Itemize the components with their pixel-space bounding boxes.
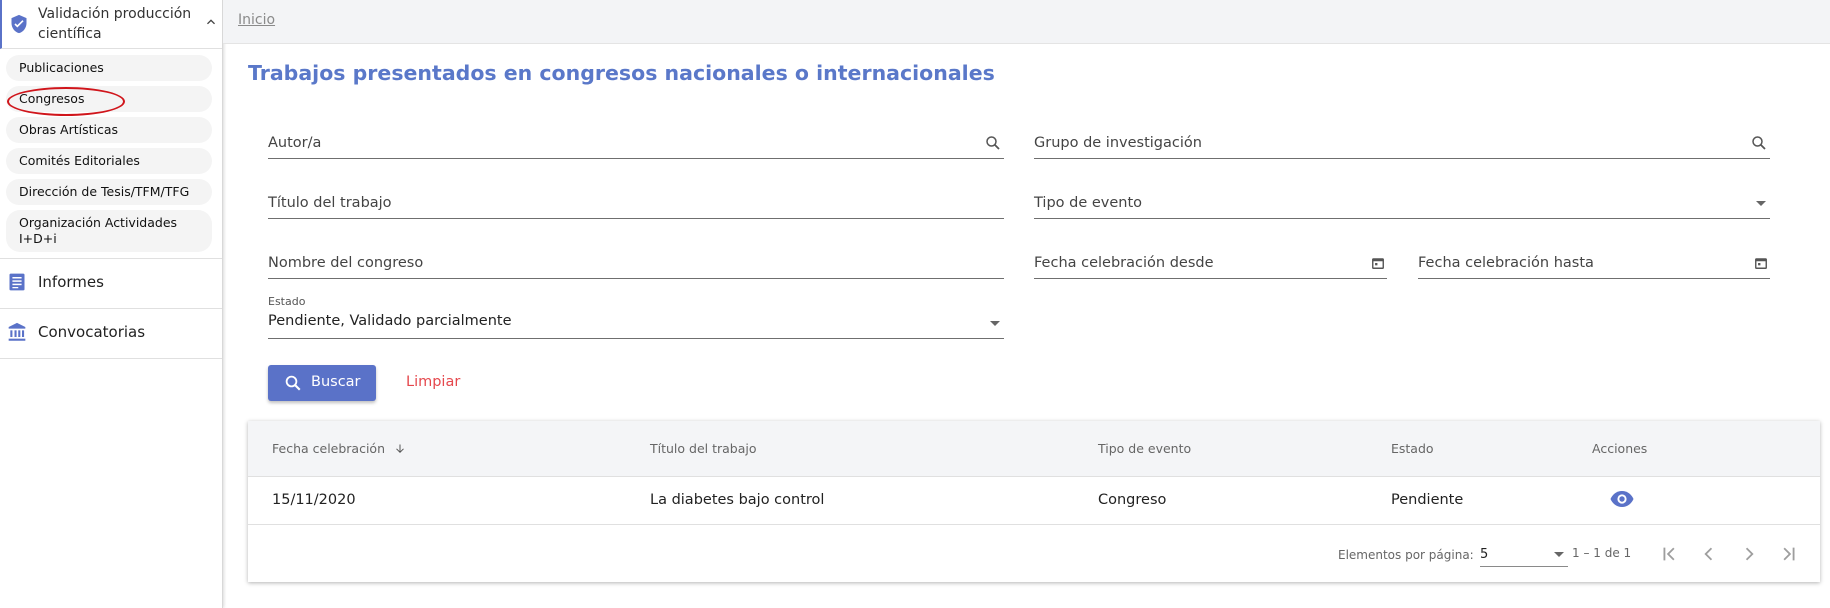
sidebar-item-publicaciones[interactable]: Publicaciones (6, 55, 212, 81)
top-bar: Inicio (223, 0, 1830, 44)
estado-label: Estado (268, 295, 306, 308)
list-icon (9, 273, 25, 291)
column-header-label: Fecha celebración (272, 441, 386, 456)
fecha-desde-placeholder: Fecha celebración desde (1034, 255, 1214, 271)
arrow-down-icon (396, 444, 404, 453)
sidebar-item-convocatorias[interactable]: Convocatorias (0, 308, 222, 358)
sidebar-item-informes[interactable]: Informes (0, 258, 222, 308)
sidebar-item-label: Informes (38, 273, 104, 291)
results-table: Fecha celebración Título del trabajo Tip… (248, 421, 1820, 582)
first-page-icon[interactable] (1658, 543, 1680, 565)
sidebar-item-comites-editoriales[interactable]: Comités Editoriales (6, 148, 212, 174)
sidebar-item-obras-artisticas[interactable]: Obras Artísticas (6, 117, 212, 143)
fecha-hasta-field[interactable]: Fecha celebración hasta (1418, 249, 1770, 279)
column-header-fecha[interactable]: Fecha celebración (272, 441, 406, 456)
eye-icon[interactable] (1610, 490, 1634, 508)
sidebar-item-direccion-tesis[interactable]: Dirección de Tesis/TFM/TFG (6, 179, 212, 205)
estado-select[interactable]: Estado Pendiente, Validado parcialmente (268, 295, 1004, 339)
column-header-titulo: Título del trabajo (650, 441, 757, 456)
titulo-placeholder: Título del trabajo (268, 195, 392, 211)
table-row: 15/11/2020 La diabetes bajo control Cong… (248, 477, 1820, 525)
sidebar-item-label: Convocatorias (38, 323, 146, 341)
divider (0, 358, 222, 359)
calendar-icon[interactable] (1371, 256, 1385, 270)
sidebar-item-label: Obras Artísticas (19, 122, 119, 137)
previous-page-icon[interactable] (1698, 543, 1720, 565)
sidebar-item-label: Congresos (19, 91, 85, 106)
sidebar-item-label: Organización Actividades I+D+i (19, 215, 178, 246)
last-page-icon[interactable] (1778, 543, 1800, 565)
congreso-placeholder: Nombre del congreso (268, 255, 424, 271)
page-size-select[interactable]: 5 (1480, 543, 1568, 567)
buscar-label: Buscar (311, 374, 361, 390)
cell-fecha: 15/11/2020 (272, 492, 356, 508)
buscar-button[interactable]: Buscar (268, 365, 376, 401)
paginator: Elementos por página: 5 1 – 1 de 1 (248, 525, 1820, 582)
titulo-trabajo-field[interactable]: Título del trabajo (268, 189, 1004, 219)
dropdown-arrow-icon (1756, 201, 1766, 206)
nombre-congreso-field[interactable]: Nombre del congreso (268, 249, 1004, 279)
dropdown-arrow-icon (1554, 552, 1564, 557)
page-title: Trabajos presentados en congresos nacion… (248, 61, 995, 85)
autor-field[interactable]: Autor/a (268, 129, 1004, 159)
tipo-placeholder: Tipo de evento (1034, 195, 1143, 211)
bank-icon (8, 322, 26, 341)
sidebar-item-congresos[interactable]: Congresos (6, 86, 212, 112)
table-header: Fecha celebración Título del trabajo Tip… (248, 421, 1820, 477)
sidebar-item-label: Comités Editoriales (19, 153, 140, 168)
next-page-icon[interactable] (1738, 543, 1760, 565)
paginator-range: 1 – 1 de 1 (1572, 546, 1632, 560)
cell-titulo: La diabetes bajo control (650, 492, 825, 508)
sidebar-item-organizacion-actividades[interactable]: Organización Actividades I+D+i (6, 210, 212, 252)
shield-check-icon (11, 14, 27, 34)
dropdown-arrow-icon (990, 321, 1000, 326)
column-header-acciones: Acciones (1592, 441, 1648, 456)
search-icon (285, 375, 301, 391)
column-header-tipo: Tipo de evento (1098, 441, 1192, 456)
autor-placeholder: Autor/a (268, 135, 322, 151)
breadcrumb-home-link[interactable]: Inicio (238, 12, 275, 28)
tipo-evento-select[interactable]: Tipo de evento (1034, 189, 1770, 219)
sidebar-item-label: Dirección de Tesis/TFM/TFG (19, 184, 190, 199)
sidebar-section-validacion[interactable]: Validación producción científica (0, 0, 222, 49)
chevron-up-icon[interactable] (203, 14, 219, 30)
grupo-investigacion-field[interactable]: Grupo de investigación (1034, 129, 1770, 159)
sidebar: Validación producción científica Publica… (0, 0, 223, 608)
search-icon[interactable] (984, 134, 1002, 152)
sidebar-section-title: Validación producción científica (38, 6, 192, 42)
limpiar-button[interactable]: Limpiar (406, 374, 460, 390)
paginator-label: Elementos por página: (1338, 548, 1474, 562)
page-size-value: 5 (1480, 547, 1489, 562)
cell-estado: Pendiente (1391, 492, 1464, 508)
calendar-icon[interactable] (1754, 256, 1768, 270)
column-header-estado: Estado (1391, 441, 1434, 456)
cell-tipo: Congreso (1098, 492, 1167, 508)
search-icon[interactable] (1750, 134, 1768, 152)
estado-value: Pendiente, Validado parcialmente (268, 313, 512, 329)
grupo-placeholder: Grupo de investigación (1034, 135, 1202, 151)
fecha-hasta-placeholder: Fecha celebración hasta (1418, 255, 1594, 271)
fecha-desde-field[interactable]: Fecha celebración desde (1034, 249, 1387, 279)
sidebar-item-label: Publicaciones (19, 60, 104, 75)
